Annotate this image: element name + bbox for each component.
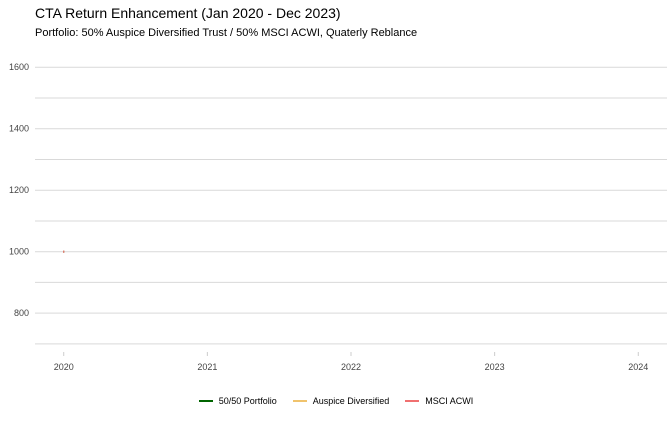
legend-item-1: Auspice Diversified: [292, 396, 390, 406]
legend-label-0: 50/50 Portfolio: [218, 396, 277, 406]
y-tick-label-0: 800: [14, 308, 29, 318]
x-tick-label-1: 2021: [197, 362, 217, 372]
y-axis: 800 1000 1200 1400 1600: [9, 62, 29, 318]
x-tick-label-3: 2023: [485, 362, 505, 372]
y-tick-label-2: 1200: [9, 185, 29, 195]
legend-swatch-1: [292, 400, 307, 402]
y-tick-label-4: 1600: [9, 62, 29, 72]
legend: 50/50 Portfolio Auspice Diversified MSCI…: [0, 396, 672, 406]
y-tick-label-3: 1400: [9, 124, 29, 134]
x-tick-label-2: 2022: [341, 362, 361, 372]
legend-label-1: Auspice Diversified: [312, 396, 390, 406]
legend-swatch-0: [198, 400, 213, 402]
legend-item-0: 50/50 Portfolio: [198, 396, 277, 406]
legend-label-2: MSCI ACWI: [425, 396, 474, 406]
legend-swatch-2: [405, 400, 420, 402]
grid-lines: [35, 66, 667, 345]
x-tick-label-0: 2020: [54, 362, 74, 372]
x-tick-label-4: 2024: [628, 362, 648, 372]
legend-item-2: MSCI ACWI: [405, 396, 473, 406]
x-axis: 2020 2021 2022 2023 2024: [54, 352, 648, 372]
line-chart: 800 1000 1200 1400 1600 2020 2021 2022 2023 2024: [9, 62, 667, 372]
y-tick-label-1: 1000: [9, 247, 29, 257]
